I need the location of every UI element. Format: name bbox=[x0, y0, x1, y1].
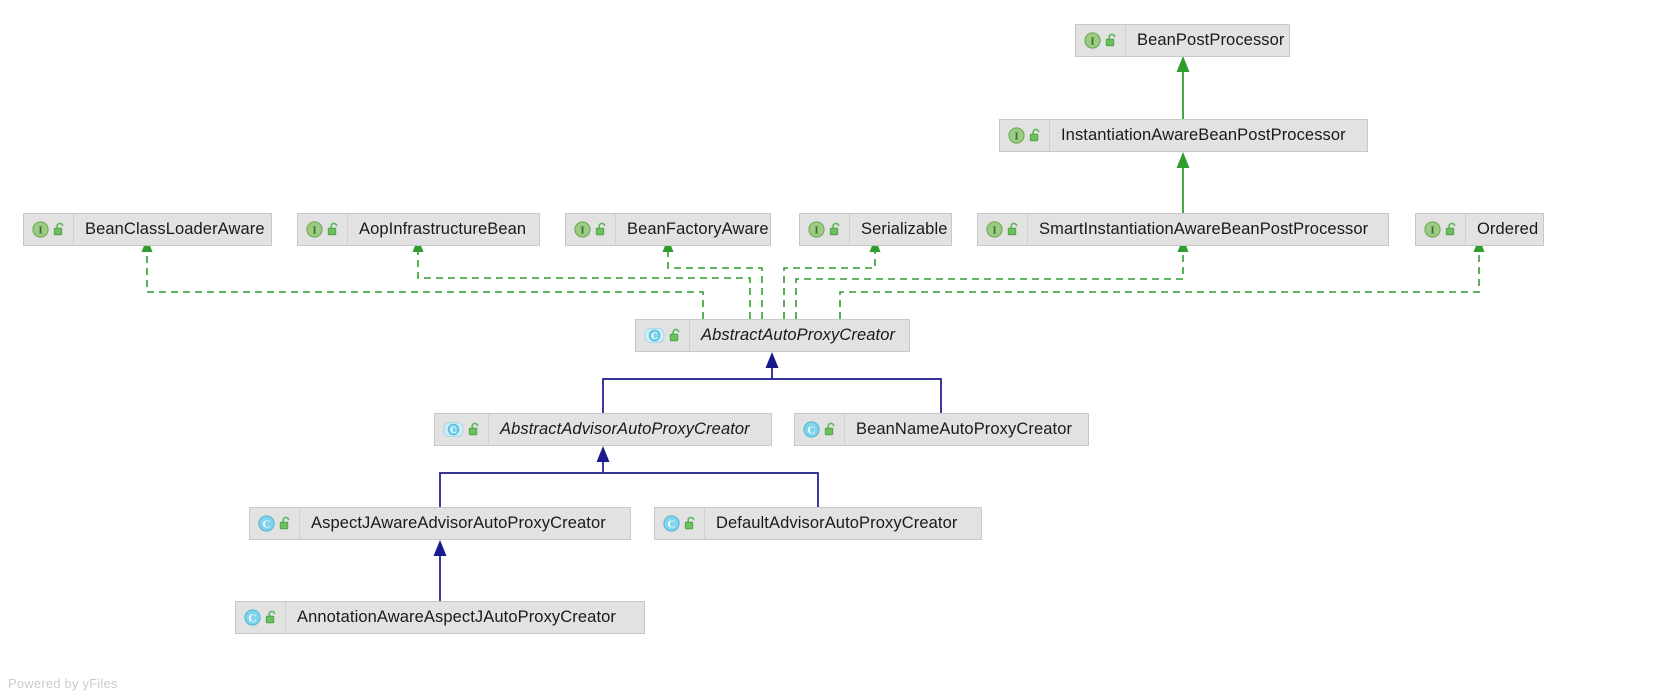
uml-node-label: AbstractAutoProxyCreator bbox=[701, 326, 896, 344]
uml-node-label: BeanFactoryAware bbox=[627, 220, 769, 238]
open-padlock-icon bbox=[1007, 222, 1020, 237]
svg-text:I: I bbox=[1430, 224, 1434, 236]
uml-node-label: Serializable bbox=[861, 220, 948, 238]
open-padlock-icon bbox=[669, 328, 682, 343]
uml-node-aopinfrastructurebean[interactable]: I AopInfrastructureBean bbox=[297, 213, 540, 246]
node-icons-class: C bbox=[655, 508, 705, 539]
svg-text:C: C bbox=[450, 425, 457, 435]
uml-node-label: AbstractAdvisorAutoProxyCreator bbox=[500, 420, 750, 438]
open-padlock-icon bbox=[1445, 222, 1458, 237]
edge-realization-serializable bbox=[783, 238, 881, 319]
svg-text:C: C bbox=[651, 331, 658, 341]
node-icons-class: C bbox=[795, 414, 845, 445]
interface-icon: I bbox=[1424, 221, 1441, 238]
svg-text:I: I bbox=[1090, 35, 1094, 47]
node-icons-interface: I bbox=[24, 214, 74, 245]
uml-node-annotationawareaspectjautoproxycreator[interactable]: C AnnotationAwareAspectJAutoProxyCreator bbox=[235, 601, 645, 634]
node-icons-class: C bbox=[250, 508, 300, 539]
svg-text:C: C bbox=[808, 425, 816, 437]
open-padlock-icon bbox=[1105, 33, 1118, 48]
uml-node-beanclassloaderaware[interactable]: I BeanClassLoaderAware bbox=[23, 213, 272, 246]
node-icons-interface: I bbox=[298, 214, 348, 245]
uml-node-label: BeanPostProcessor bbox=[1137, 31, 1285, 49]
uml-node-abstractautoproxycreator[interactable]: C AbstractAutoProxyCreator bbox=[635, 319, 910, 352]
class-icon: C bbox=[244, 609, 261, 626]
node-icons-interface: I bbox=[1076, 25, 1126, 56]
uml-node-ordered[interactable]: I Ordered bbox=[1415, 213, 1544, 246]
uml-class-diagram: I BeanPostProcessor I InstantiationAwareBea… bbox=[0, 0, 1666, 700]
edge-generalization-instantiationaware-to-beanpostprocessor bbox=[1176, 56, 1190, 119]
class-icon: C bbox=[803, 421, 820, 438]
uml-node-label: AnnotationAwareAspectJAutoProxyCreator bbox=[297, 608, 616, 626]
node-icons-interface: I bbox=[1000, 120, 1050, 151]
node-icons-abstract-class: C bbox=[435, 414, 489, 445]
node-icons-interface: I bbox=[1416, 214, 1466, 245]
edge-generalization-to-aspectjawareadvisorautoproxycreator bbox=[433, 540, 447, 601]
uml-node-label: InstantiationAwareBeanPostProcessor bbox=[1061, 126, 1346, 144]
interface-icon: I bbox=[32, 221, 49, 238]
edge-realization-aopinfrastructurebean bbox=[412, 238, 751, 319]
open-padlock-icon bbox=[468, 422, 481, 437]
edge-realization-beanfactoryaware bbox=[662, 238, 763, 319]
uml-node-beanfactoryaware[interactable]: I BeanFactoryAware bbox=[565, 213, 771, 246]
abstract-class-icon: C bbox=[443, 421, 464, 438]
svg-text:I: I bbox=[1014, 130, 1018, 142]
edge-generalization-to-abstractadvisorautoproxycreator bbox=[439, 446, 819, 507]
class-icon: C bbox=[663, 515, 680, 532]
edge-realization-ordered bbox=[839, 238, 1485, 319]
uml-node-abstractadvisorautoproxycreator[interactable]: C AbstractAdvisorAutoProxyCreator bbox=[434, 413, 772, 446]
edge-generalization-smartinstantiationaware-to-instantiationaware bbox=[1176, 152, 1190, 213]
uml-node-aspectjawareadvisorautoproxycreator[interactable]: C AspectJAwareAdvisorAutoProxyCreator bbox=[249, 507, 631, 540]
uml-node-label: DefaultAdvisorAutoProxyCreator bbox=[716, 514, 958, 532]
open-padlock-icon bbox=[279, 516, 292, 531]
interface-icon: I bbox=[1084, 32, 1101, 49]
svg-text:I: I bbox=[580, 224, 584, 236]
node-icons-interface: I bbox=[566, 214, 616, 245]
node-icons-abstract-class: C bbox=[636, 320, 690, 351]
uml-node-label: BeanNameAutoProxyCreator bbox=[856, 420, 1073, 438]
interface-icon: I bbox=[808, 221, 825, 238]
interface-icon: I bbox=[986, 221, 1003, 238]
svg-text:I: I bbox=[992, 224, 996, 236]
svg-text:C: C bbox=[249, 613, 257, 625]
uml-node-label: AopInfrastructureBean bbox=[359, 220, 527, 238]
open-padlock-icon bbox=[684, 516, 697, 531]
uml-node-beanpostprocessor[interactable]: I BeanPostProcessor bbox=[1075, 24, 1290, 57]
uml-node-beannameautoproxycreator[interactable]: C BeanNameAutoProxyCreator bbox=[794, 413, 1089, 446]
svg-text:I: I bbox=[814, 224, 818, 236]
uml-node-serializable[interactable]: I Serializable bbox=[799, 213, 952, 246]
open-padlock-icon bbox=[53, 222, 66, 237]
open-padlock-icon bbox=[327, 222, 340, 237]
uml-node-smartinstantiationawarebeanpostprocessor[interactable]: I SmartInstantiationAwareBeanPostProcesso… bbox=[977, 213, 1389, 246]
interface-icon: I bbox=[574, 221, 591, 238]
uml-node-label: BeanClassLoaderAware bbox=[85, 220, 265, 238]
open-padlock-icon bbox=[265, 610, 278, 625]
uml-node-label: AspectJAwareAdvisorAutoProxyCreator bbox=[311, 514, 606, 532]
open-padlock-icon bbox=[1029, 128, 1042, 143]
uml-node-instantiationawarebeanpostprocessor[interactable]: I InstantiationAwareBeanPostProcessor bbox=[999, 119, 1368, 152]
uml-node-defaultadvisorautoproxycreator[interactable]: C DefaultAdvisorAutoProxyCreator bbox=[654, 507, 982, 540]
svg-text:C: C bbox=[263, 519, 271, 531]
uml-node-label: SmartInstantiationAwareBeanPostProcessor bbox=[1039, 220, 1369, 238]
svg-text:I: I bbox=[312, 224, 316, 236]
open-padlock-icon bbox=[595, 222, 608, 237]
edge-generalization-to-abstractautoproxycreator bbox=[602, 352, 942, 413]
node-icons-class: C bbox=[236, 602, 286, 633]
yfiles-watermark: Powered by yFiles bbox=[8, 676, 118, 691]
uml-node-label: Ordered bbox=[1477, 220, 1539, 238]
open-padlock-icon bbox=[824, 422, 837, 437]
interface-icon: I bbox=[1008, 127, 1025, 144]
edge-realization-smartinstantiationawarebeanpostprocessor bbox=[795, 238, 1189, 319]
abstract-class-icon: C bbox=[644, 327, 665, 344]
open-padlock-icon bbox=[829, 222, 842, 237]
node-icons-interface: I bbox=[978, 214, 1028, 245]
svg-text:I: I bbox=[38, 224, 42, 236]
class-icon: C bbox=[258, 515, 275, 532]
edge-realization-beanclassloaderaware bbox=[141, 238, 704, 319]
node-icons-interface: I bbox=[800, 214, 850, 245]
svg-text:C: C bbox=[668, 519, 676, 531]
interface-icon: I bbox=[306, 221, 323, 238]
